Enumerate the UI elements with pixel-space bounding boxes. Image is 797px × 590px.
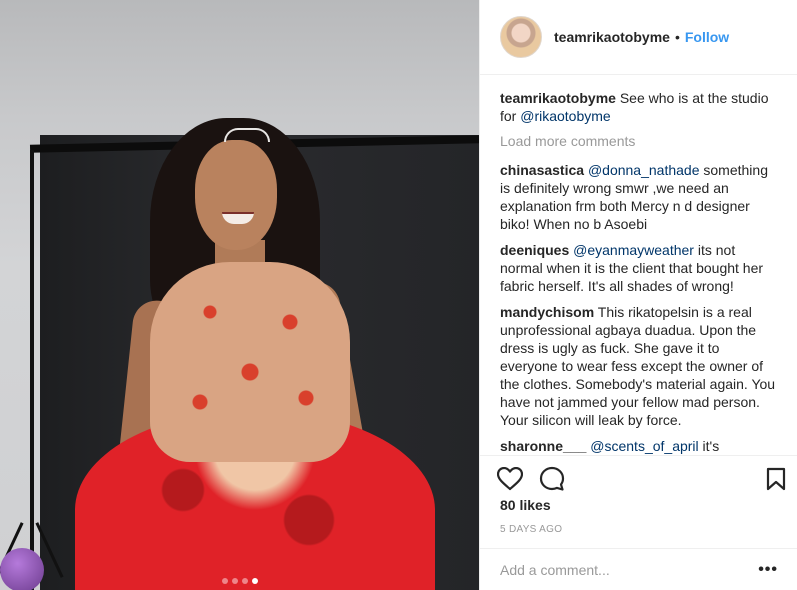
- light-stand: [30, 150, 34, 590]
- like-count[interactable]: 80 likes: [500, 497, 551, 513]
- caption-mention[interactable]: @rikaotobyme: [520, 108, 610, 124]
- comment-username[interactable]: sharonne___: [500, 438, 586, 454]
- follow-button[interactable]: Follow: [685, 29, 729, 45]
- post-photo[interactable]: [0, 0, 479, 590]
- figure-face: [195, 140, 277, 250]
- comment-mention[interactable]: @eyanmayweather: [573, 242, 694, 258]
- comment: sharonne___ @scents_of_april it's obviou…: [500, 437, 778, 455]
- comment: mandychisom This rikatopelsin is a real …: [500, 303, 778, 429]
- caption: teamrikaotobyme See who is at the studio…: [500, 89, 778, 125]
- red-gown-bodice: [150, 262, 350, 462]
- carousel-dot[interactable]: [241, 578, 248, 584]
- comment-username[interactable]: deeniques: [500, 242, 569, 258]
- more-options-button[interactable]: •••: [758, 561, 778, 579]
- carousel-dot[interactable]: [231, 578, 238, 584]
- caption-username[interactable]: teamrikaotobyme: [500, 90, 616, 106]
- comment-text: This rikatopelsin is a real unprofession…: [500, 304, 776, 428]
- post-date[interactable]: 5 DAYS AGO: [500, 524, 562, 535]
- add-comment-bar: Add a comment... •••: [480, 548, 797, 590]
- comment-icon: [539, 466, 565, 491]
- bookmark-icon: [766, 467, 786, 491]
- comment-button[interactable]: [538, 465, 566, 493]
- header-username[interactable]: teamrikaotobyme: [554, 29, 670, 45]
- post-sidebar: teamrikaotobyme • Follow teamrikaotobyme…: [479, 0, 797, 590]
- tiara: [224, 128, 270, 142]
- action-bar: [480, 455, 797, 500]
- comment: chinasastica @donna_nathade something is…: [500, 161, 778, 233]
- carousel-dot[interactable]: [221, 578, 228, 584]
- carousel-dot[interactable]: [251, 578, 258, 584]
- post-header: teamrikaotobyme • Follow: [480, 0, 797, 75]
- comment-mention[interactable]: @scents_of_april: [590, 438, 698, 454]
- load-more-comments-button[interactable]: Load more comments: [500, 133, 778, 149]
- carousel-indicator: [0, 578, 479, 584]
- comment-username[interactable]: mandychisom: [500, 304, 594, 320]
- save-button[interactable]: [762, 465, 790, 493]
- add-comment-input[interactable]: Add a comment...: [500, 562, 758, 578]
- like-button[interactable]: [496, 465, 524, 493]
- comments-list[interactable]: teamrikaotobyme See who is at the studio…: [480, 75, 797, 455]
- comment-username[interactable]: chinasastica: [500, 162, 584, 178]
- comment: deeniques @eyanmayweather its not normal…: [500, 241, 778, 295]
- comment-mention[interactable]: @donna_nathade: [588, 162, 700, 178]
- avatar[interactable]: [500, 16, 542, 58]
- heart-icon: [497, 467, 523, 491]
- header-separator: •: [674, 29, 680, 45]
